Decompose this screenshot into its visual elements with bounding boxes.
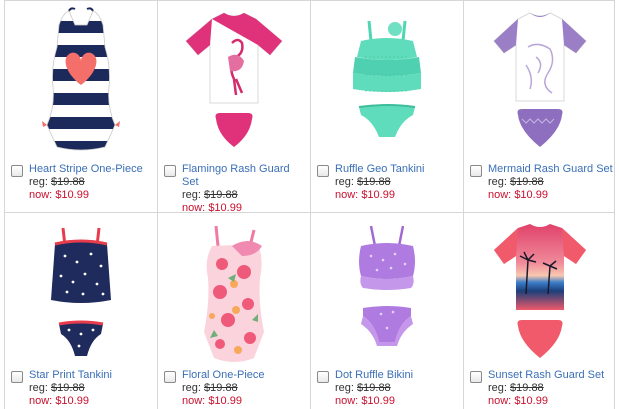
regular-price-label: reg: — [29, 382, 48, 394]
product-card: Floral One-Piece reg: $19.88 now: $10.99 — [158, 214, 310, 409]
regular-price: reg: $19.88 — [182, 189, 308, 202]
regular-price-label: reg: — [182, 382, 201, 394]
regular-price-label: reg: — [182, 189, 201, 201]
regular-price: reg: $19.88 — [335, 382, 461, 395]
sale-price-label: now: — [488, 395, 512, 407]
sale-price-label: now: — [29, 395, 53, 407]
compare-checkbox[interactable] — [164, 371, 176, 383]
product-card: Ruffle Geo Tankini reg: $19.88 now: $10.… — [311, 1, 463, 206]
product-info: Dot Ruffle Bikini reg: $19.88 now: $10.9… — [335, 369, 461, 408]
regular-price-value: $19.88 — [357, 176, 391, 188]
compare-checkbox[interactable] — [164, 165, 176, 177]
sale-price-value: $10.99 — [361, 395, 395, 407]
regular-price-value: $19.88 — [51, 176, 85, 188]
product-info: Ruffle Geo Tankini reg: $19.88 now: $10.… — [335, 163, 461, 202]
product-card: Dot Ruffle Bikini reg: $19.88 now: $10.9… — [311, 214, 463, 409]
product-info: Sunset Rash Guard Set reg: $19.88 now: $… — [488, 369, 614, 408]
regular-price: reg: $19.88 — [29, 176, 155, 189]
sale-price: now: $10.99 — [488, 395, 614, 408]
regular-price: reg: $19.88 — [335, 176, 461, 189]
regular-price-value: $19.88 — [51, 382, 85, 394]
compare-checkbox[interactable] — [470, 165, 482, 177]
sale-price-value: $10.99 — [514, 395, 548, 407]
product-grid: Heart Stripe One-Piece reg: $19.88 now: … — [4, 0, 615, 409]
product-name-link[interactable]: Heart Stripe One-Piece — [29, 163, 155, 176]
product-info: Star Print Tankini reg: $19.88 now: $10.… — [29, 369, 155, 408]
sale-price-label: now: — [488, 189, 512, 201]
product-image-flamingo-rash-guard-set[interactable] — [172, 7, 296, 157]
product-image-floral-one-piece[interactable] — [172, 220, 296, 370]
sale-price-value: $10.99 — [208, 395, 242, 407]
sale-price-value: $10.99 — [55, 395, 89, 407]
product-image-ruffle-geo-tankini[interactable] — [325, 7, 449, 157]
regular-price-value: $19.88 — [204, 189, 238, 201]
product-name-link[interactable]: Sunset Rash Guard Set — [488, 369, 614, 382]
product-name-link[interactable]: Ruffle Geo Tankini — [335, 163, 461, 176]
product-card: Heart Stripe One-Piece reg: $19.88 now: … — [5, 1, 157, 206]
sale-price-value: $10.99 — [514, 189, 548, 201]
regular-price-value: $19.88 — [357, 382, 391, 394]
product-card: Mermaid Rash Guard Set reg: $19.88 now: … — [464, 1, 616, 206]
product-name-link[interactable]: Flamingo Rash Guard Set — [182, 163, 308, 189]
compare-checkbox[interactable] — [11, 165, 23, 177]
product-image-star-print-tankini[interactable] — [19, 220, 143, 370]
product-card: Sunset Rash Guard Set reg: $19.88 now: $… — [464, 214, 616, 409]
sale-price: now: $10.99 — [335, 395, 461, 408]
product-name-link[interactable]: Dot Ruffle Bikini — [335, 369, 461, 382]
regular-price-label: reg: — [488, 176, 507, 188]
product-image-mermaid-rash-guard-set[interactable] — [478, 7, 602, 157]
regular-price: reg: $19.88 — [488, 176, 614, 189]
sale-price-label: now: — [182, 202, 206, 214]
sale-price: now: $10.99 — [335, 189, 461, 202]
sale-price-label: now: — [335, 395, 359, 407]
regular-price-value: $19.88 — [510, 176, 544, 188]
regular-price-value: $19.88 — [510, 382, 544, 394]
sale-price-value: $10.99 — [55, 189, 89, 201]
sale-price-label: now: — [182, 395, 206, 407]
compare-checkbox[interactable] — [317, 165, 329, 177]
regular-price-label: reg: — [335, 382, 354, 394]
sale-price-value: $10.99 — [208, 202, 242, 214]
compare-checkbox[interactable] — [317, 371, 329, 383]
product-info: Floral One-Piece reg: $19.88 now: $10.99 — [182, 369, 308, 408]
regular-price-label: reg: — [29, 176, 48, 188]
sale-price: now: $10.99 — [29, 189, 155, 202]
product-info: Heart Stripe One-Piece reg: $19.88 now: … — [29, 163, 155, 202]
regular-price: reg: $19.88 — [29, 382, 155, 395]
product-info: Flamingo Rash Guard Set reg: $19.88 now:… — [182, 163, 308, 215]
product-name-link[interactable]: Mermaid Rash Guard Set — [488, 163, 614, 176]
product-name-link[interactable]: Star Print Tankini — [29, 369, 155, 382]
sale-price-label: now: — [335, 189, 359, 201]
product-card: Star Print Tankini reg: $19.88 now: $10.… — [5, 214, 157, 409]
sale-price-label: now: — [29, 189, 53, 201]
product-info: Mermaid Rash Guard Set reg: $19.88 now: … — [488, 163, 614, 202]
regular-price-label: reg: — [335, 176, 354, 188]
compare-checkbox[interactable] — [470, 371, 482, 383]
sale-price: now: $10.99 — [182, 395, 308, 408]
regular-price-label: reg: — [488, 382, 507, 394]
product-name-link[interactable]: Floral One-Piece — [182, 369, 308, 382]
product-image-heart-stripe-one-piece[interactable] — [19, 7, 143, 157]
regular-price-value: $19.88 — [204, 382, 238, 394]
product-image-sunset-rash-guard-set[interactable] — [478, 220, 602, 370]
sale-price: now: $10.99 — [488, 189, 614, 202]
sale-price-value: $10.99 — [361, 189, 395, 201]
product-card: Flamingo Rash Guard Set reg: $19.88 now:… — [158, 1, 310, 214]
sale-price: now: $10.99 — [29, 395, 155, 408]
regular-price: reg: $19.88 — [182, 382, 308, 395]
product-image-dot-ruffle-bikini[interactable] — [325, 220, 449, 370]
regular-price: reg: $19.88 — [488, 382, 614, 395]
compare-checkbox[interactable] — [11, 371, 23, 383]
